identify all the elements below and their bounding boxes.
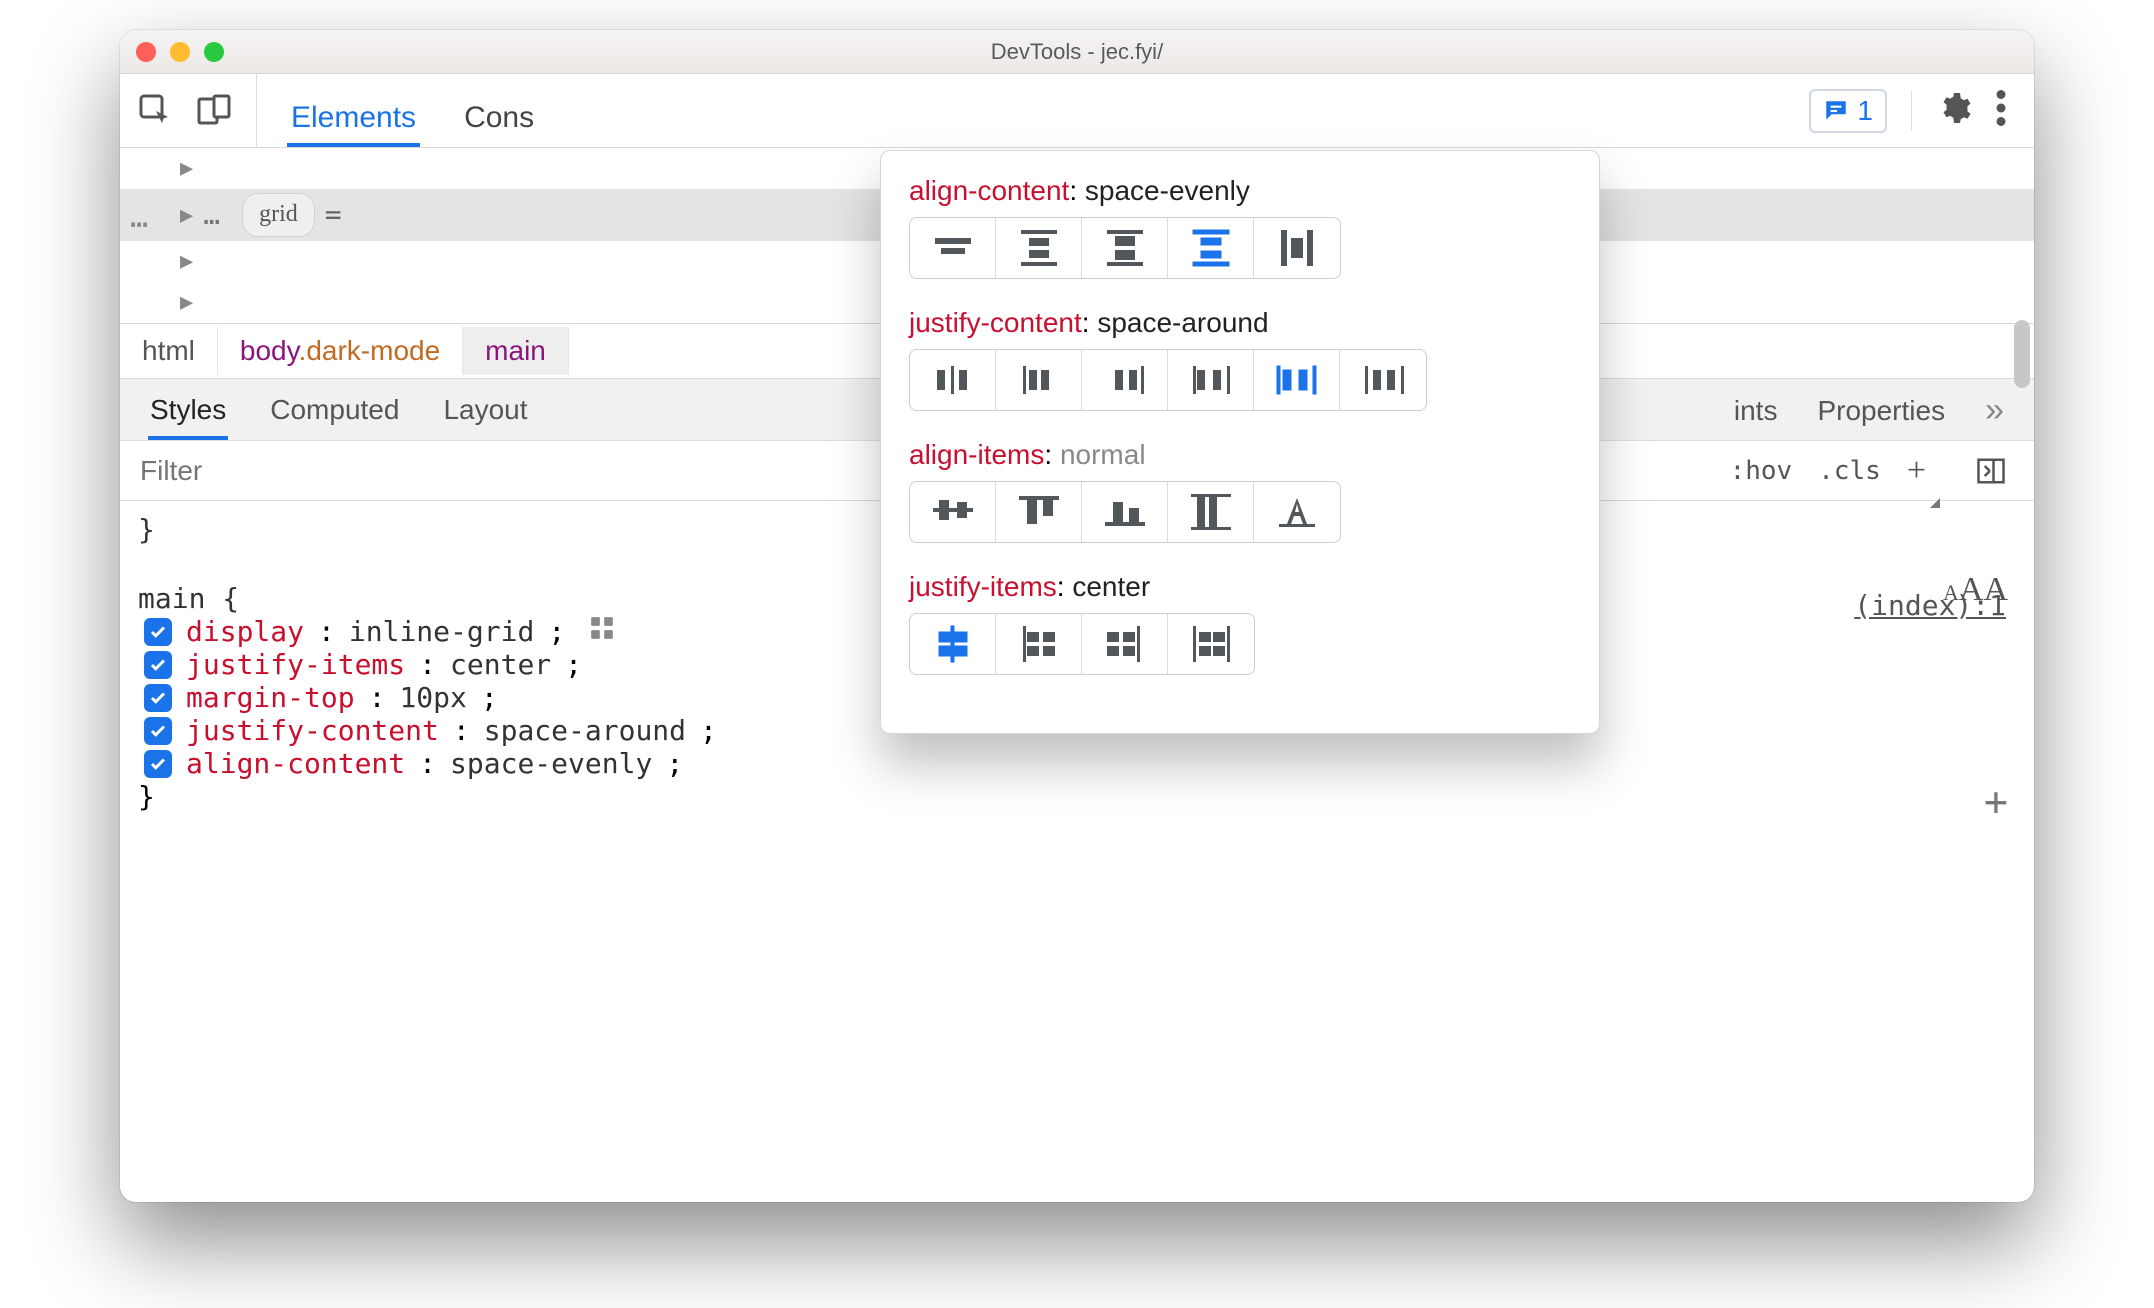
popover-property: align-content xyxy=(909,175,1069,206)
popover-options xyxy=(909,217,1341,279)
hov-toggle[interactable]: :hov xyxy=(1730,456,1793,486)
add-declaration-button[interactable]: + xyxy=(1984,779,2008,825)
css-value[interactable]: space-around xyxy=(484,714,686,747)
grid-badge[interactable]: grid xyxy=(242,193,315,237)
popover-property: align-items xyxy=(909,439,1044,470)
popover-option[interactable] xyxy=(1082,614,1168,674)
popover-value: space-evenly xyxy=(1085,175,1250,206)
tab-elements[interactable]: Elements xyxy=(287,83,420,147)
declaration-checkbox[interactable] xyxy=(144,684,172,712)
popover-option[interactable] xyxy=(1254,482,1340,542)
devtools-window: DevTools - jec.fyi/ Elements Cons 1 xyxy=(120,30,2034,1202)
popover-option[interactable] xyxy=(996,218,1082,278)
popover-section-align-content: align-content: space-evenly xyxy=(909,175,1571,279)
css-declaration[interactable]: align-content: space-evenly; xyxy=(138,747,2016,780)
divider xyxy=(1911,91,1912,131)
tab-console-partial[interactable]: Cons xyxy=(460,83,538,147)
popover-property: justify-items xyxy=(909,571,1057,602)
css-property[interactable]: margin-top xyxy=(186,681,355,714)
css-property[interactable]: display xyxy=(186,615,304,648)
feedback-badge[interactable]: 1 xyxy=(1809,89,1887,133)
popover-option[interactable] xyxy=(1082,350,1168,410)
scrollbar-thumb[interactable] xyxy=(2014,320,2030,388)
window-title: DevTools - jec.fyi/ xyxy=(120,39,2034,65)
subtab-computed[interactable]: Computed xyxy=(268,394,401,440)
popover-option[interactable] xyxy=(1082,482,1168,542)
popover-option[interactable] xyxy=(910,350,996,410)
popover-option[interactable] xyxy=(996,614,1082,674)
cls-toggle[interactable]: .cls xyxy=(1818,456,1881,486)
ellipsis: … xyxy=(203,198,220,231)
equals-icon: = xyxy=(325,194,342,236)
more-tabs-chevron-icon[interactable]: » xyxy=(1985,391,2004,430)
expand-triangle-icon[interactable]: ▶ xyxy=(180,245,193,278)
css-property[interactable]: justify-content xyxy=(186,714,439,747)
css-value[interactable]: space-evenly xyxy=(450,747,652,780)
popover-section-justify-content: justify-content: space-around xyxy=(909,307,1571,411)
popover-options xyxy=(909,349,1427,411)
popover-section-justify-items: justify-items: center xyxy=(909,571,1571,675)
popover-option[interactable] xyxy=(1168,482,1254,542)
declaration-checkbox[interactable] xyxy=(144,717,172,745)
new-style-rule-button[interactable]: + xyxy=(1907,452,1926,490)
titlebar: DevTools - jec.fyi/ xyxy=(120,30,2034,74)
subtab-styles[interactable]: Styles xyxy=(148,394,228,440)
css-value[interactable]: 10px xyxy=(399,681,466,714)
declaration-checkbox[interactable] xyxy=(144,618,172,646)
popover-options xyxy=(909,613,1255,675)
grid-editor-icon[interactable] xyxy=(589,615,615,648)
breadcrumb-item[interactable]: body.dark-mode xyxy=(218,327,463,375)
declaration-checkbox[interactable] xyxy=(144,750,172,778)
device-toolbar-icon[interactable] xyxy=(196,93,232,129)
dom-tag-open: … xyxy=(199,194,224,236)
expand-triangle-icon[interactable]: ▶ xyxy=(180,199,193,232)
inspect-element-icon[interactable] xyxy=(138,93,174,129)
breadcrumb-item[interactable]: main xyxy=(463,327,569,375)
feedback-count: 1 xyxy=(1857,95,1873,127)
subtab-partial-ints[interactable]: ints xyxy=(1734,395,1778,427)
popover-options xyxy=(909,481,1341,543)
popover-option[interactable] xyxy=(910,614,996,674)
kebab-menu-icon[interactable] xyxy=(1996,90,2006,131)
popover-option[interactable] xyxy=(996,482,1082,542)
css-value[interactable]: inline-grid xyxy=(349,615,534,648)
css-value[interactable]: center xyxy=(450,648,551,681)
rule-close-brace-2: } xyxy=(138,780,155,813)
rule-source-link[interactable]: (index):1 xyxy=(1854,589,2006,622)
popover-option[interactable] xyxy=(1082,218,1168,278)
selected-row-marker-icon: ⋯ xyxy=(130,202,148,247)
settings-gear-icon[interactable] xyxy=(1936,90,1972,131)
expand-triangle-icon[interactable]: ▶ xyxy=(180,286,193,319)
toggle-sidebar-icon[interactable] xyxy=(1976,456,2006,486)
rule-close-brace: } xyxy=(138,513,155,546)
expand-triangle-icon[interactable]: ▶ xyxy=(180,152,193,185)
popover-section-align-items: align-items: normal xyxy=(909,439,1571,543)
popover-option[interactable] xyxy=(1168,350,1254,410)
subtab-layout[interactable]: Layout xyxy=(441,394,529,440)
popover-option[interactable] xyxy=(1168,218,1254,278)
css-property[interactable]: align-content xyxy=(186,747,405,780)
css-property[interactable]: justify-items xyxy=(186,648,405,681)
popover-option[interactable] xyxy=(910,482,996,542)
popover-option[interactable] xyxy=(996,350,1082,410)
popover-option[interactable] xyxy=(1254,218,1340,278)
popover-value: normal xyxy=(1060,439,1146,470)
subtab-properties[interactable]: Properties xyxy=(1817,395,1945,427)
popover-option[interactable] xyxy=(1168,614,1254,674)
popover-option[interactable] xyxy=(1340,350,1426,410)
breadcrumb-item[interactable]: html xyxy=(120,327,218,375)
flexbox-editor-popover: align-content: space-evenly justify-conte… xyxy=(880,150,1600,734)
popover-property: justify-content xyxy=(909,307,1082,338)
main-toolbar: Elements Cons 1 xyxy=(120,74,2034,148)
popover-value: center xyxy=(1072,571,1150,602)
declaration-checkbox[interactable] xyxy=(144,651,172,679)
popover-option[interactable] xyxy=(910,218,996,278)
popover-value: space-around xyxy=(1097,307,1268,338)
popover-option[interactable] xyxy=(1254,350,1340,410)
